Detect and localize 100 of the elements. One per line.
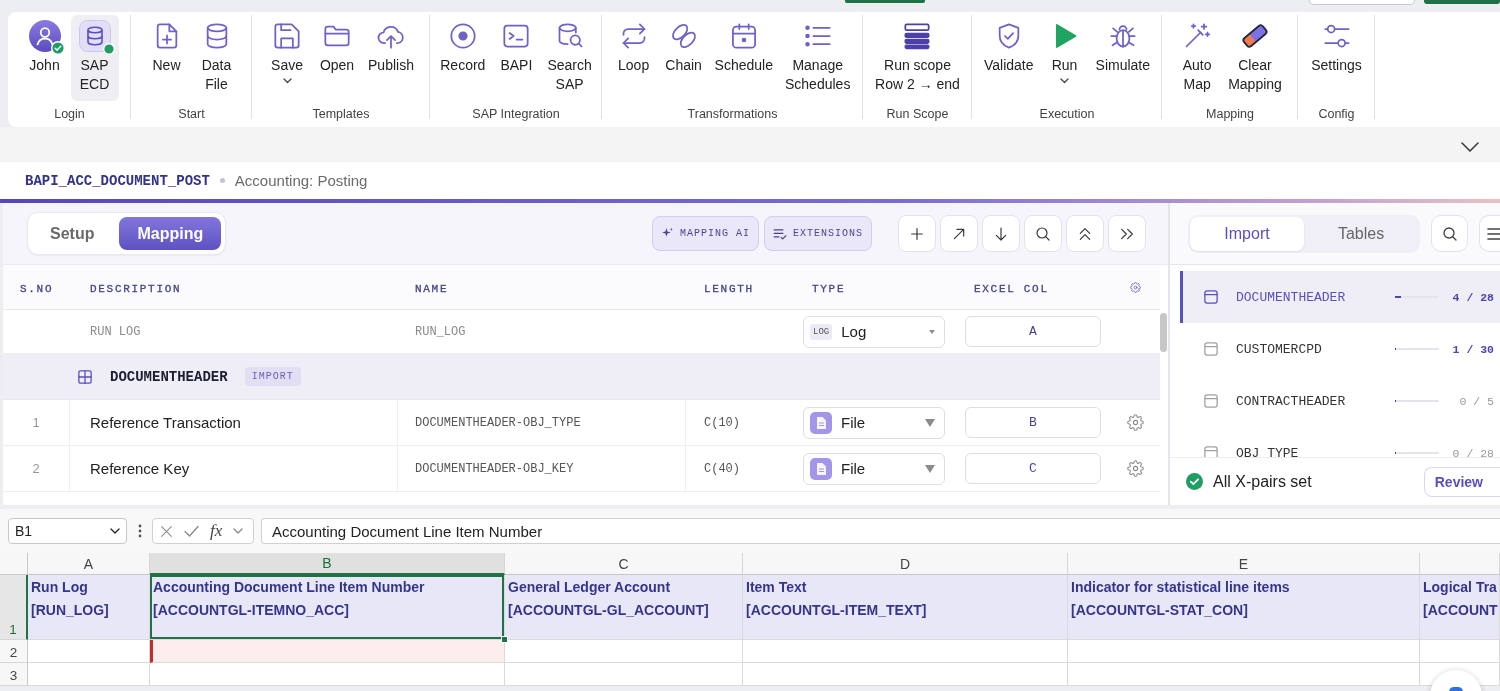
ribbon-button[interactable]: Schedule xyxy=(709,15,778,101)
gear-icon[interactable] xyxy=(1126,460,1144,477)
scrollbar-thumb[interactable] xyxy=(1160,313,1167,352)
excel-column-field[interactable]: A xyxy=(965,316,1101,347)
sheet-cell[interactable] xyxy=(28,640,150,663)
ribbon-button[interactable]: SAP ECD xyxy=(70,15,119,101)
sheet-cell[interactable] xyxy=(28,663,150,686)
ribbon-button[interactable]: Simulate xyxy=(1090,15,1155,101)
caret-down-icon[interactable] xyxy=(233,528,244,534)
view-tab[interactable]: Tables xyxy=(1304,216,1418,251)
row-header[interactable]: 2 xyxy=(0,640,28,663)
search-button[interactable] xyxy=(1431,215,1468,252)
type-select[interactable]: File xyxy=(803,452,945,485)
excel-column-field[interactable]: B xyxy=(965,407,1101,438)
ribbon-button[interactable]: BAPI xyxy=(492,15,541,101)
caret-down-icon xyxy=(925,418,935,427)
type-select[interactable]: File xyxy=(803,406,945,439)
action-button[interactable]: MAPPING AI xyxy=(651,216,759,251)
toolbar-button[interactable] xyxy=(1024,215,1062,252)
sheet-cell[interactable] xyxy=(1068,640,1420,663)
ribbon-button[interactable]: Open xyxy=(313,15,362,101)
review-button[interactable]: Review xyxy=(1423,466,1500,497)
ribbon-button[interactable]: Chain xyxy=(659,15,708,101)
select-all-corner[interactable] xyxy=(0,553,28,575)
sheet-cell[interactable] xyxy=(743,640,1068,663)
column-header[interactable]: E xyxy=(1068,553,1420,575)
menu-icon xyxy=(1487,227,1500,240)
structure-name: OBJ TYPE xyxy=(1236,445,1300,457)
fill-handle[interactable] xyxy=(501,636,508,643)
table-icon xyxy=(1204,342,1218,356)
mapped-count: 1 / 30 xyxy=(1451,342,1494,356)
field-name-text: DOCUMENTHEADER-OBJ_TYPE xyxy=(415,415,581,430)
mapped-count: 4 / 28 xyxy=(1451,290,1494,304)
sheet-cell[interactable]: Accounting Document Line Item Number [ACCOUNTGL-ITEMNO_ACC] xyxy=(150,575,505,640)
ribbon-button[interactable]: Settings xyxy=(1306,15,1367,101)
action-button[interactable]: EXTENSIONS xyxy=(764,216,872,251)
close-icon[interactable] xyxy=(160,524,173,538)
check-circle-icon xyxy=(1186,473,1203,490)
chevron-down-icon[interactable] xyxy=(1461,141,1479,152)
view-tab[interactable]: Mapping xyxy=(119,217,222,250)
sheet-cell[interactable]: General Ledger Account [ACCOUNTGL-GL_ACCOUNT] xyxy=(505,575,743,640)
ribbon-button[interactable]: Loop xyxy=(609,15,658,101)
toolbar-button[interactable] xyxy=(940,215,978,252)
function-label[interactable]: fx xyxy=(210,521,223,541)
view-tab[interactable]: Setup xyxy=(32,217,113,250)
sheet-cell[interactable]: Logical Tra [ACCOUNT xyxy=(1420,575,1500,640)
ribbon-button[interactable]: Run xyxy=(1040,15,1089,101)
ribbon-button[interactable]: Validate xyxy=(979,15,1039,101)
name-box[interactable]: B1 xyxy=(8,518,127,544)
column-header[interactable]: B xyxy=(150,553,505,575)
formula-field[interactable]: Accounting Document Line Item Number xyxy=(261,518,1500,544)
check-icon[interactable] xyxy=(184,525,199,537)
user-avatar-icon xyxy=(28,20,61,52)
sheet-cell[interactable]: Run Log [RUN_LOG] xyxy=(28,575,150,640)
toolbar-button[interactable] xyxy=(982,215,1020,252)
sheet-cell[interactable] xyxy=(150,640,505,663)
sheet-cell[interactable] xyxy=(743,663,1068,686)
sheet-cell[interactable] xyxy=(150,663,505,686)
gear-icon[interactable] xyxy=(1129,281,1141,293)
sheet-cell[interactable]: Indicator for statistical line items [ACCOUNTGL-STAT_CON] xyxy=(1068,575,1420,640)
structure-item[interactable]: DOCUMENTHEADER 4 / 28 xyxy=(1180,271,1500,323)
function-name: BAPI_ACC_DOCUMENT_POST xyxy=(25,172,210,189)
view-tab[interactable]: Import xyxy=(1190,216,1304,251)
type-select[interactable]: LOG Log xyxy=(803,315,945,348)
more-icon[interactable] xyxy=(138,524,142,538)
row-header[interactable]: 1 xyxy=(0,575,28,640)
column-header[interactable]: C xyxy=(505,553,743,575)
sheet-cell[interactable]: Item Text [ACCOUNTGL-ITEM_TEXT] xyxy=(743,575,1068,640)
sheet-cell[interactable] xyxy=(505,640,743,663)
row-header[interactable]: 3 xyxy=(0,663,28,686)
menu-button[interactable] xyxy=(1479,215,1500,252)
column-header[interactable] xyxy=(1420,553,1500,575)
ribbon-button[interactable]: Publish xyxy=(363,15,419,101)
description-text: Reference Transaction xyxy=(90,414,241,431)
sheet-cell[interactable] xyxy=(1068,663,1420,686)
caret-down-icon xyxy=(110,528,120,534)
ribbon-button[interactable]: Manage Schedules xyxy=(780,15,856,101)
sheet-cell[interactable] xyxy=(505,663,743,686)
structure-item[interactable]: CUSTOMERCPD 1 / 30 xyxy=(1180,323,1500,375)
toolbar-button[interactable] xyxy=(1066,215,1104,252)
status-text: All X-pairs set xyxy=(1213,472,1312,491)
ribbon-button[interactable]: Auto Map xyxy=(1173,15,1222,101)
ribbon-button[interactable]: Record xyxy=(435,15,491,101)
toolbar-button[interactable] xyxy=(898,215,936,252)
column-header: DESCRIPTION xyxy=(90,283,182,295)
excel-column-field[interactable]: C xyxy=(965,453,1101,484)
ribbon-button[interactable]: Search SAP xyxy=(542,15,597,101)
column-header[interactable]: D xyxy=(743,553,1068,575)
ribbon-button[interactable]: Data File xyxy=(192,15,241,101)
ribbon-button[interactable]: Run scope Row 2 → end xyxy=(870,15,965,101)
ribbon-button[interactable]: Clear Mapping xyxy=(1223,15,1287,101)
structure-item[interactable]: CONTRACTHEADER 0 / 5 xyxy=(1180,375,1500,427)
gear-icon[interactable] xyxy=(1126,414,1144,431)
sheet-cell[interactable] xyxy=(1420,640,1500,663)
ribbon-button[interactable]: New xyxy=(142,15,191,101)
toolbar-button[interactable] xyxy=(1108,215,1146,252)
ribbon-button[interactable]: Save xyxy=(263,15,312,101)
ribbon-button[interactable]: John xyxy=(20,15,69,101)
column-header[interactable]: A xyxy=(28,553,150,575)
structure-item[interactable]: OBJ TYPE 0 / 28 xyxy=(1180,427,1500,457)
